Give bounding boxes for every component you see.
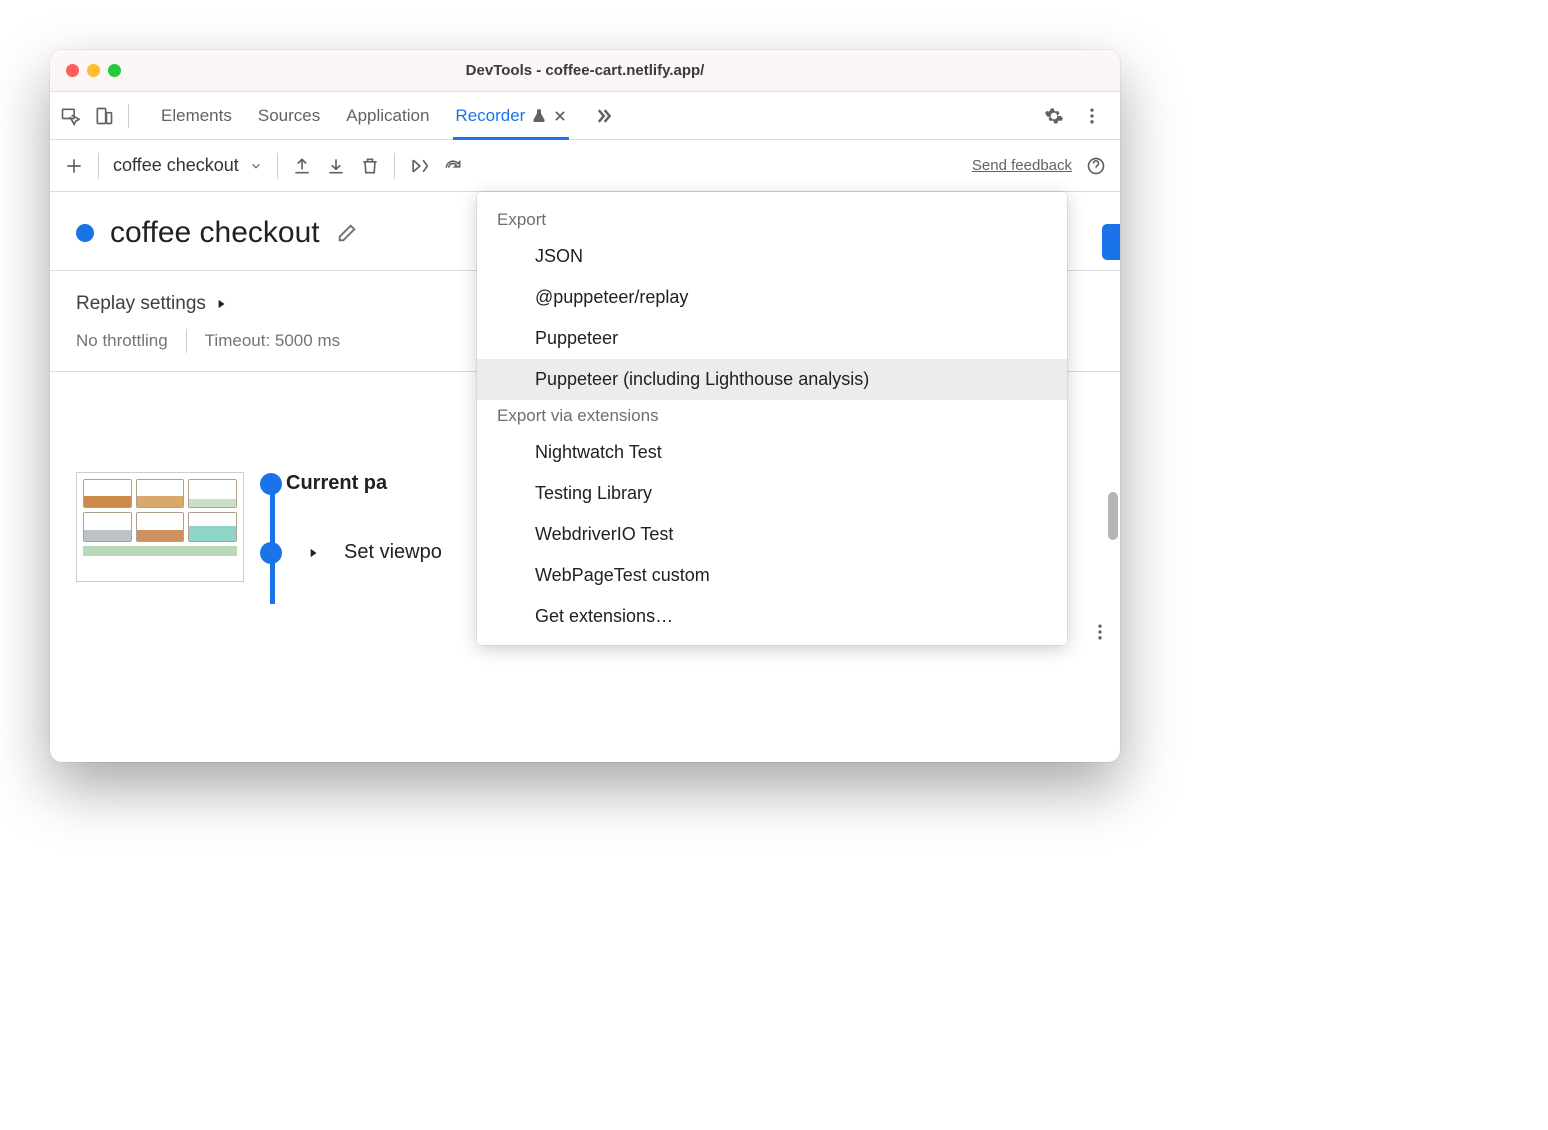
chevron-down-icon — [249, 159, 263, 173]
import-icon[interactable] — [326, 156, 346, 176]
export-option-json[interactable]: JSON — [477, 236, 1067, 277]
devtools-window: DevTools - coffee-cart.netlify.app/ Elem… — [50, 50, 1120, 762]
recording-status-dot — [76, 224, 94, 242]
timeout-value: Timeout: 5000 ms — [205, 331, 340, 351]
export-option-puppeteer-replay[interactable]: @puppeteer/replay — [477, 277, 1067, 318]
tab-recorder[interactable]: Recorder — [455, 92, 567, 139]
maximize-window-button[interactable] — [108, 64, 121, 77]
export-extensions-header: Export via extensions — [477, 400, 1067, 432]
throttling-value: No throttling — [76, 331, 168, 351]
scrollbar-thumb[interactable] — [1108, 492, 1118, 540]
tab-application[interactable]: Application — [346, 92, 429, 139]
caret-right-icon — [214, 297, 228, 311]
separator — [98, 153, 99, 179]
tab-sources[interactable]: Sources — [258, 92, 320, 139]
export-option-webdriverio[interactable]: WebdriverIO Test — [477, 514, 1067, 555]
export-option-testing-library[interactable]: Testing Library — [477, 473, 1067, 514]
timeline-dot — [260, 542, 282, 564]
export-option-webpagetest[interactable]: WebPageTest custom — [477, 555, 1067, 596]
recorder-toolbar: coffee checkout Send feedback — [50, 140, 1120, 192]
export-option-puppeteer[interactable]: Puppeteer — [477, 318, 1067, 359]
panel-tabs-row: Elements Sources Application Recorder — [50, 92, 1120, 140]
delete-icon[interactable] — [360, 156, 380, 176]
page-thumbnail — [76, 472, 244, 582]
step-menu-icon[interactable] — [1090, 622, 1110, 642]
settings-gear-icon[interactable] — [1044, 106, 1064, 126]
recording-dropdown-label: coffee checkout — [113, 155, 239, 176]
device-toolbar-icon[interactable] — [94, 106, 114, 126]
close-tab-icon[interactable] — [553, 109, 567, 123]
window-controls — [66, 64, 121, 77]
separator — [394, 153, 395, 179]
help-icon[interactable] — [1086, 156, 1106, 176]
more-tabs-icon[interactable] — [593, 106, 613, 126]
replay-speed-icon[interactable] — [443, 156, 463, 176]
separator — [186, 329, 187, 353]
export-menu: Export JSON @puppeteer/replay Puppeteer … — [477, 192, 1067, 645]
export-option-get-extensions[interactable]: Get extensions… — [477, 596, 1067, 637]
recording-dropdown[interactable]: coffee checkout — [113, 155, 263, 176]
titlebar: DevTools - coffee-cart.netlify.app/ — [50, 50, 1120, 92]
tab-elements[interactable]: Elements — [161, 92, 232, 139]
recorder-main: coffee checkout Replay settings No throt… — [50, 192, 1120, 762]
edit-pencil-icon[interactable] — [336, 222, 358, 244]
separator — [128, 104, 129, 128]
timeline-dot — [260, 473, 282, 495]
inspect-element-icon[interactable] — [60, 106, 80, 126]
kebab-menu-icon[interactable] — [1082, 106, 1102, 126]
recording-title: coffee checkout — [110, 216, 320, 250]
export-menu-header: Export — [477, 204, 1067, 236]
export-icon[interactable] — [292, 156, 312, 176]
send-feedback-link[interactable]: Send feedback — [972, 157, 1072, 174]
close-window-button[interactable] — [66, 64, 79, 77]
step-over-icon[interactable] — [409, 156, 429, 176]
export-option-puppeteer-lighthouse[interactable]: Puppeteer (including Lighthouse analysis… — [477, 359, 1067, 400]
new-recording-icon[interactable] — [64, 156, 84, 176]
flask-icon — [531, 108, 547, 124]
replay-button[interactable] — [1102, 224, 1120, 260]
caret-right-icon — [306, 546, 320, 560]
window-title: DevTools - coffee-cart.netlify.app/ — [50, 62, 1120, 79]
export-option-nightwatch[interactable]: Nightwatch Test — [477, 432, 1067, 473]
minimize-window-button[interactable] — [87, 64, 100, 77]
separator — [277, 153, 278, 179]
